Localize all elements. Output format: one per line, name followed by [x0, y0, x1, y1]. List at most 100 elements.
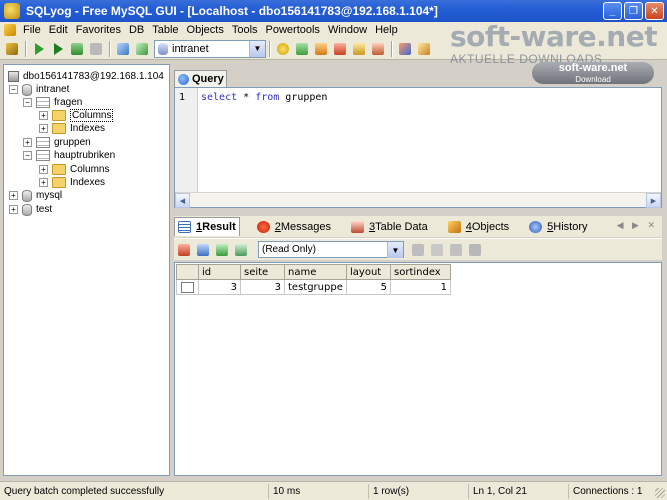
- menu-table[interactable]: Table: [148, 24, 182, 36]
- editor-horizontal-scrollbar[interactable]: ◀ ▶: [175, 192, 661, 208]
- sqlyog-app-icon[interactable]: [4, 3, 20, 19]
- import-button[interactable]: [369, 40, 387, 58]
- query-builder-button[interactable]: [114, 40, 132, 58]
- tab-result[interactable]: 1 Result: [174, 217, 240, 236]
- expand-icon[interactable]: +: [39, 124, 48, 133]
- menu-edit[interactable]: Edit: [45, 24, 72, 36]
- tree-db-mysql[interactable]: + mysql: [9, 189, 62, 202]
- status-row-count: 1 row(s): [368, 484, 468, 499]
- tree-db-test[interactable]: + test: [9, 203, 52, 216]
- cell-name[interactable]: testgruppe: [284, 279, 347, 295]
- collapse-icon[interactable]: −: [23, 151, 32, 160]
- sql-code[interactable]: select * from gruppen: [201, 92, 327, 103]
- user-manager-button[interactable]: [396, 40, 414, 58]
- expand-icon[interactable]: +: [39, 111, 48, 120]
- menu-window[interactable]: Window: [324, 24, 371, 36]
- export-grid-icon: [178, 243, 190, 256]
- save-row-button[interactable]: [429, 242, 445, 258]
- folder-icon: [52, 110, 66, 121]
- menu-file[interactable]: File: [19, 24, 45, 36]
- tab-query[interactable]: Query: [174, 70, 227, 87]
- tree-table-hauptrubriken[interactable]: − hauptrubriken: [23, 149, 115, 162]
- result-grid[interactable]: id seite name layout sortindex 3 3 testg…: [174, 262, 662, 476]
- line-number-gutter: 1: [175, 88, 198, 192]
- menu-help[interactable]: Help: [371, 24, 402, 36]
- chevron-down-icon[interactable]: ▼: [249, 40, 265, 57]
- tree-folder-indexes-label: Indexes: [70, 177, 106, 188]
- menu-db[interactable]: DB: [125, 24, 148, 36]
- form-view-button[interactable]: [233, 242, 249, 258]
- tree-folder-indexes[interactable]: + Indexes: [39, 176, 105, 189]
- clean-button[interactable]: [415, 40, 433, 58]
- expand-icon[interactable]: +: [23, 138, 32, 147]
- scroll-right-button[interactable]: ▶: [646, 193, 661, 208]
- cancel-edit-button[interactable]: [467, 242, 483, 258]
- delete-row-button[interactable]: [448, 242, 464, 258]
- row-checkbox[interactable]: [181, 281, 194, 293]
- tab-objects[interactable]: 4 Objects: [445, 217, 512, 236]
- scroll-left-button[interactable]: ◀: [175, 193, 190, 208]
- create-table-button[interactable]: [274, 40, 292, 58]
- execute-all-button[interactable]: [49, 40, 67, 58]
- tab-history[interactable]: 5 History: [526, 217, 590, 236]
- manage-indexes-button[interactable]: [312, 40, 330, 58]
- copy-result-button[interactable]: [195, 242, 211, 258]
- column-header-name[interactable]: name: [284, 264, 347, 280]
- menu-tools[interactable]: Tools: [228, 24, 262, 36]
- text-view-button[interactable]: [214, 242, 230, 258]
- minimize-button[interactable]: _: [603, 2, 622, 20]
- column-header-sortindex[interactable]: sortindex: [390, 264, 451, 280]
- collapse-icon[interactable]: −: [9, 85, 18, 94]
- resize-grip-icon[interactable]: [655, 488, 665, 498]
- stop-button[interactable]: [87, 40, 105, 58]
- menu-favorites[interactable]: Favorites: [72, 24, 125, 36]
- refresh-button[interactable]: [133, 40, 151, 58]
- expand-icon[interactable]: +: [39, 165, 48, 174]
- insert-row-button[interactable]: [410, 242, 426, 258]
- column-header-seite[interactable]: seite: [240, 264, 285, 280]
- tree-table-gruppen[interactable]: + gruppen: [23, 136, 91, 149]
- relationships-button[interactable]: [331, 40, 349, 58]
- menu-powertools[interactable]: Powertools: [262, 24, 324, 36]
- connect-button[interactable]: [3, 40, 21, 58]
- object-browser[interactable]: dbo156141783@192.168.1.104 − intranet − …: [3, 64, 170, 476]
- expand-icon[interactable]: +: [39, 178, 48, 187]
- database-selector[interactable]: intranet ▼: [154, 39, 266, 58]
- tab-scroll-arrows[interactable]: ◀ ▶ ✕: [617, 220, 658, 231]
- collapse-icon[interactable]: −: [23, 98, 32, 107]
- close-button[interactable]: ✕: [645, 2, 664, 20]
- menu-objects[interactable]: Objects: [183, 24, 228, 36]
- tree-folder-columns[interactable]: + Columns: [39, 109, 114, 122]
- tree-table-fragen[interactable]: − fragen: [23, 96, 82, 109]
- cell-sortindex[interactable]: 1: [390, 279, 451, 295]
- expand-icon[interactable]: +: [9, 191, 18, 200]
- tree-db-intranet[interactable]: − intranet: [9, 83, 69, 96]
- cell-id[interactable]: 3: [198, 279, 241, 295]
- execute-edit-button[interactable]: [68, 40, 86, 58]
- column-header-layout[interactable]: layout: [346, 264, 391, 280]
- pane-splitter[interactable]: [174, 209, 662, 215]
- tab-table-data[interactable]: 3 Table Data: [348, 217, 431, 236]
- maximize-button[interactable]: ❐: [624, 2, 643, 20]
- alter-table-button[interactable]: [293, 40, 311, 58]
- export-button[interactable]: [350, 40, 368, 58]
- tree-folder-columns[interactable]: + Columns: [39, 163, 109, 176]
- cell-layout[interactable]: 5: [346, 279, 391, 295]
- sql-editor[interactable]: 1 select * from gruppen ◀ ▶: [174, 87, 662, 208]
- execute-query-button[interactable]: [30, 40, 48, 58]
- mdi-document-icon[interactable]: [4, 24, 16, 36]
- tree-folder-indexes[interactable]: + Indexes: [39, 122, 105, 135]
- export-result-button[interactable]: [176, 242, 192, 258]
- expand-icon[interactable]: +: [9, 205, 18, 214]
- tab-messages[interactable]: 2 Messages: [254, 217, 334, 236]
- cell-seite[interactable]: 3: [240, 279, 285, 295]
- tree-table-hauptrubriken-label: hauptrubriken: [54, 150, 116, 161]
- tree-root-connection[interactable]: dbo156141783@192.168.1.104: [8, 70, 164, 83]
- table-row[interactable]: 3 3 testgruppe 5 1: [176, 279, 451, 295]
- column-header-id[interactable]: id: [198, 264, 241, 280]
- result-mode-select[interactable]: (Read Only) ▼: [258, 241, 404, 258]
- row-checkbox-cell[interactable]: [176, 279, 199, 295]
- row-selector-header[interactable]: [176, 264, 199, 280]
- save-icon: [431, 243, 443, 256]
- chevron-down-icon[interactable]: ▼: [387, 242, 403, 258]
